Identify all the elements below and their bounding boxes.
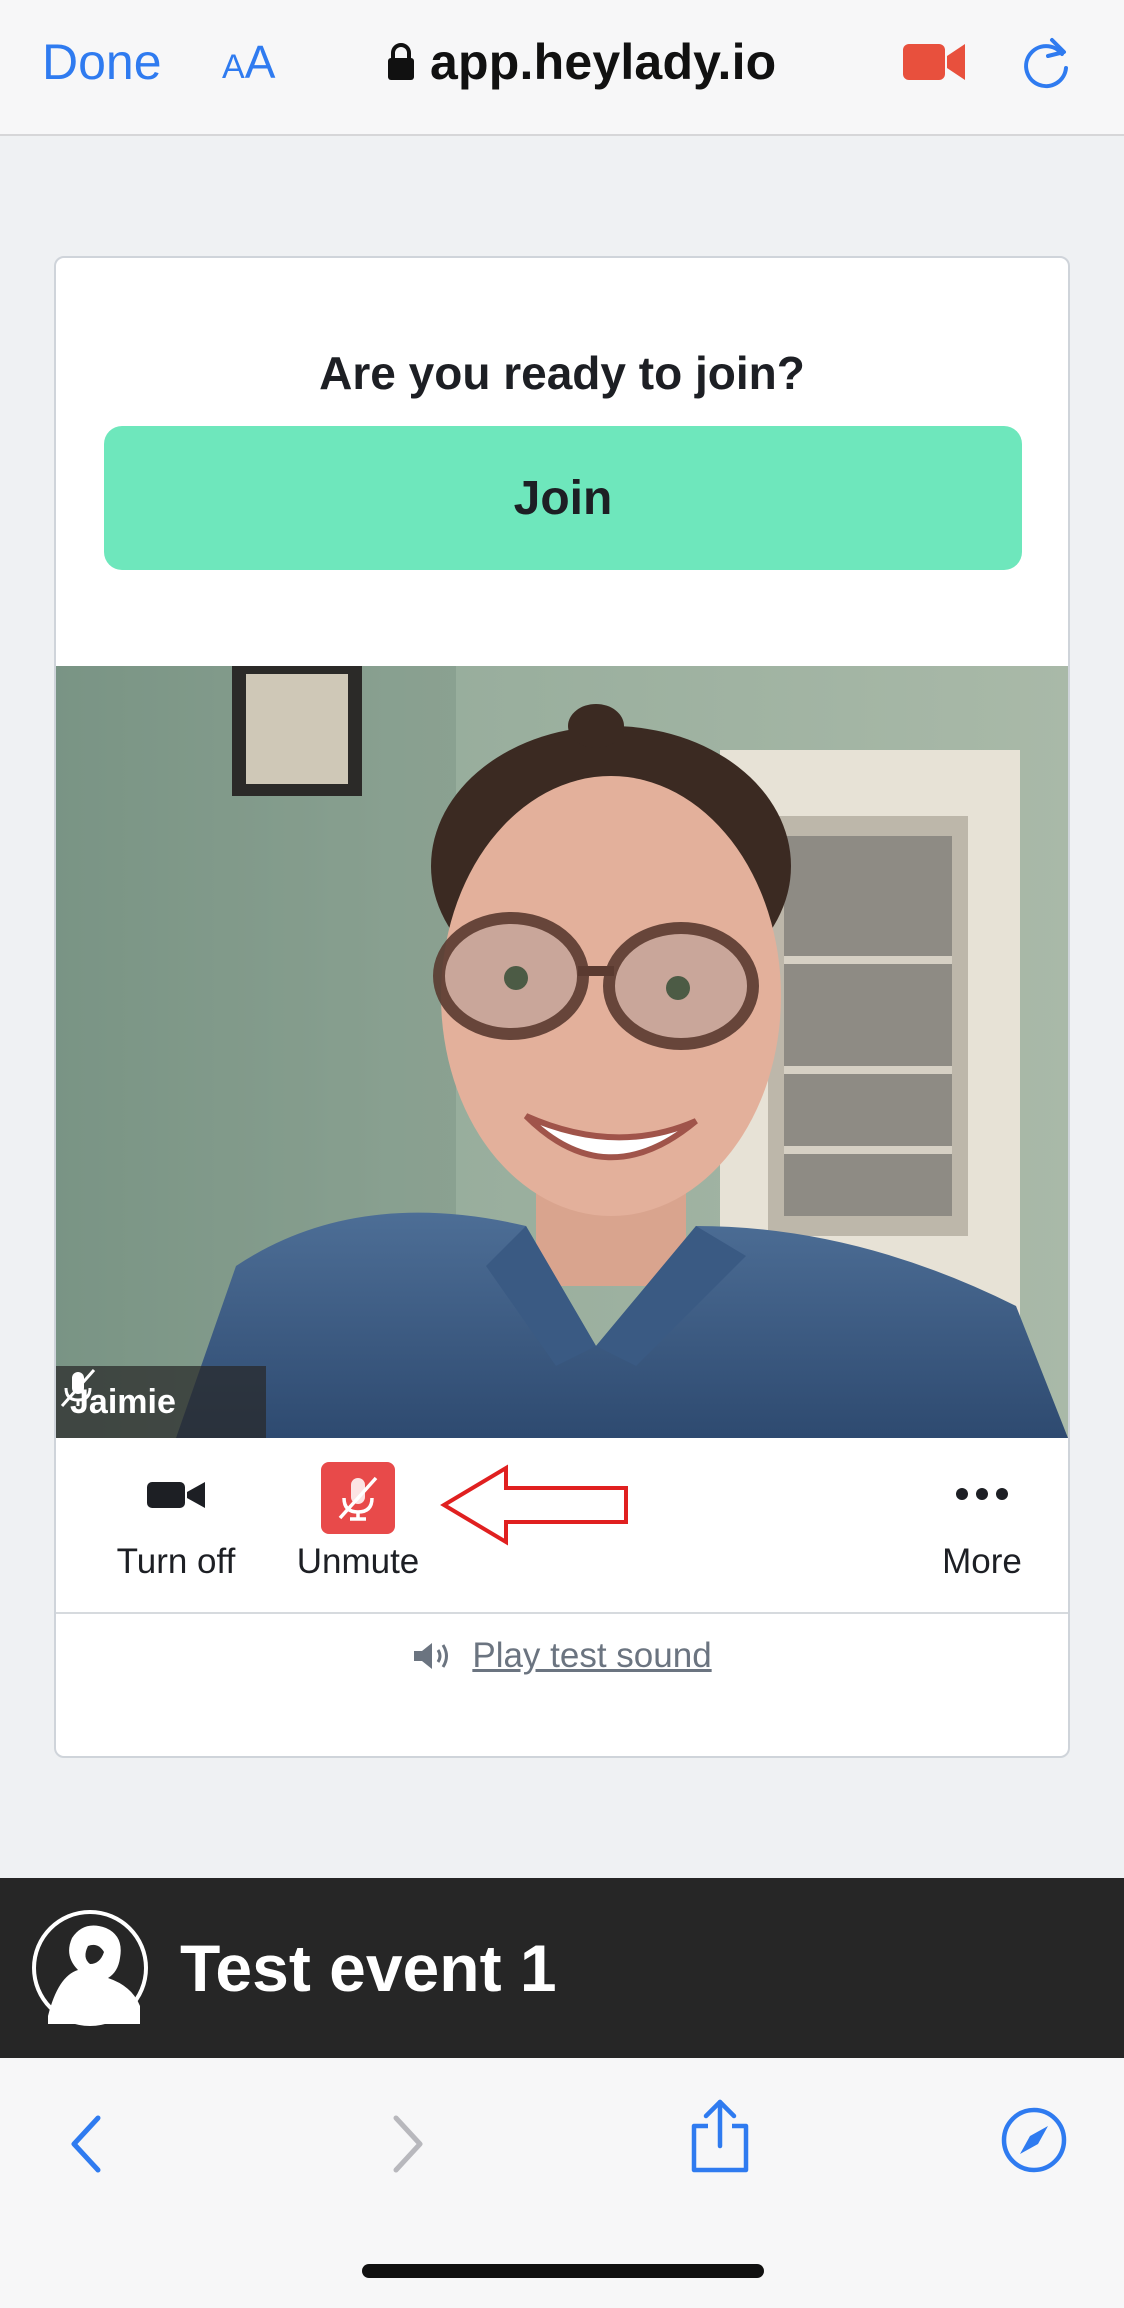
video-preview: Jaimie xyxy=(56,666,1068,1438)
more-label: More xyxy=(942,1542,1022,1581)
done-button[interactable]: Done xyxy=(42,30,162,94)
camera-feed-image xyxy=(56,666,1068,1438)
chevron-right-icon[interactable] xyxy=(388,2112,428,2176)
reload-icon[interactable] xyxy=(1018,34,1074,92)
browser-top-bar: Done AA app.heylady.io xyxy=(0,0,1124,136)
microphone-off-icon xyxy=(60,1369,96,1407)
play-test-sound-link[interactable]: Play test sound xyxy=(472,1636,711,1676)
unmute-label: Unmute xyxy=(296,1542,420,1581)
heylady-logo-icon xyxy=(32,1910,148,2026)
more-dots-icon xyxy=(956,1488,1008,1500)
address-bar[interactable]: app.heylady.io xyxy=(386,30,776,94)
left-arrow-annotation-icon xyxy=(440,1464,628,1546)
event-bar: Test event 1 xyxy=(0,1878,1124,2058)
join-button[interactable]: Join xyxy=(104,426,1022,570)
microphone-off-icon xyxy=(321,1462,395,1534)
test-sound-row: Play test sound xyxy=(56,1636,1068,1676)
event-title: Test event 1 xyxy=(180,1931,557,2005)
more-button[interactable]: More xyxy=(932,1438,1032,1614)
participant-name-tag: Jaimie xyxy=(56,1366,266,1438)
aa-small-letter: A xyxy=(222,48,245,86)
ready-heading: Are you ready to join? xyxy=(319,347,805,399)
camera-toggle-button[interactable]: Turn off xyxy=(96,1438,256,1614)
compass-icon[interactable] xyxy=(1000,2106,1068,2174)
reader-text-size-button[interactable]: AA xyxy=(222,32,275,104)
camera-toggle-label: Turn off xyxy=(116,1542,236,1581)
video-camera-icon[interactable] xyxy=(903,40,965,84)
chevron-left-icon[interactable] xyxy=(66,2112,106,2176)
url-text: app.heylady.io xyxy=(430,34,777,90)
media-controls: Turn off Unmute More xyxy=(56,1438,1068,1614)
aa-big-letter: A xyxy=(244,36,276,88)
prejoin-card: Are you ready to join? Join Jaimie Turn … xyxy=(54,256,1070,1758)
share-icon[interactable] xyxy=(688,2098,752,2174)
speaker-icon xyxy=(414,1643,449,1669)
lock-icon xyxy=(388,43,414,80)
video-camera-icon xyxy=(147,1482,205,1508)
unmute-button[interactable]: Unmute xyxy=(278,1438,438,1614)
home-indicator[interactable] xyxy=(362,2264,764,2278)
